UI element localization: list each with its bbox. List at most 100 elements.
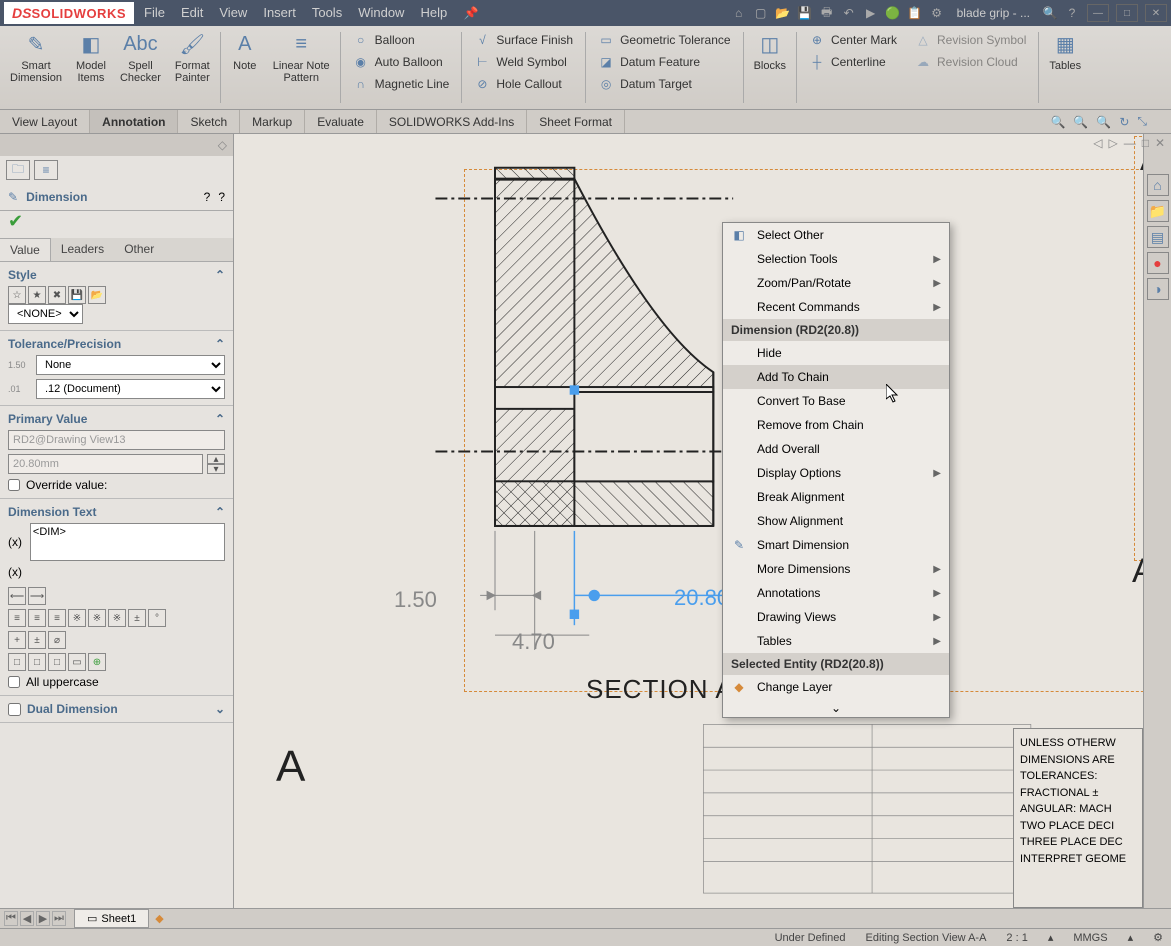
status-units-arrow[interactable]: ▴ bbox=[1128, 931, 1134, 944]
ribbon-tables[interactable]: ▦Tables bbox=[1043, 28, 1087, 107]
align-center[interactable]: ≡ bbox=[28, 609, 46, 627]
align-right[interactable]: ≡ bbox=[48, 609, 66, 627]
child-close[interactable]: ✕ bbox=[1155, 136, 1165, 150]
help-icon[interactable]: ? bbox=[1064, 5, 1080, 21]
cm-smart-dimension[interactable]: ✎Smart Dimension bbox=[723, 533, 949, 557]
cm-convert-to-base[interactable]: Convert To Base bbox=[723, 389, 949, 413]
minimize-button[interactable]: — bbox=[1087, 4, 1109, 22]
tolerance-doc-select[interactable]: .12 (Document) bbox=[36, 379, 225, 399]
sheet-tab-1[interactable]: ▭Sheet1 bbox=[74, 909, 149, 928]
feature-tree-icon[interactable]: 🗀 bbox=[6, 160, 30, 180]
sheet-first[interactable]: ⏮ bbox=[4, 911, 18, 926]
add-sheet-icon[interactable]: ◆ bbox=[155, 912, 163, 925]
cm-change-layer[interactable]: ◆Change Layer bbox=[723, 675, 949, 699]
fmt-btn[interactable]: ± bbox=[128, 609, 146, 627]
collapse-icon[interactable]: ⌃ bbox=[215, 337, 225, 351]
rotate-icon[interactable]: ↻ bbox=[1119, 115, 1129, 129]
fmt-btn[interactable]: □ bbox=[28, 653, 46, 671]
ribbon-datum-target[interactable]: ◎Datum Target bbox=[598, 76, 731, 92]
ribbon-smart-dimension[interactable]: ✎Smart Dimension bbox=[4, 28, 68, 107]
prev-doc-icon[interactable]: ◁ bbox=[1093, 136, 1102, 150]
menu-insert[interactable]: Insert bbox=[263, 5, 296, 21]
taskpane-custom-icon[interactable]: ◑ bbox=[1147, 278, 1169, 300]
tab-sketch[interactable]: Sketch bbox=[178, 110, 240, 133]
next-doc-icon[interactable]: ▷ bbox=[1108, 136, 1117, 150]
fmt-btn[interactable]: □ bbox=[48, 653, 66, 671]
fmt-btn[interactable]: ° bbox=[148, 609, 166, 627]
ribbon-magnetic-line[interactable]: ∩Magnetic Line bbox=[353, 76, 450, 92]
ribbon-datum-feature[interactable]: ◪Datum Feature bbox=[598, 54, 731, 70]
dual-checkbox[interactable] bbox=[8, 703, 21, 716]
primary-value-input[interactable] bbox=[8, 454, 203, 474]
fmt-btn[interactable]: ⟶ bbox=[28, 587, 46, 605]
menu-tools[interactable]: Tools bbox=[312, 5, 342, 21]
ribbon-hole-callout[interactable]: ⊘Hole Callout bbox=[474, 76, 573, 92]
cm-show-alignment[interactable]: Show Alignment bbox=[723, 509, 949, 533]
status-units[interactable]: MMGS bbox=[1073, 932, 1107, 944]
style-btn-3[interactable]: ✖ bbox=[48, 286, 66, 304]
collapse-icon[interactable]: ⌃ bbox=[215, 268, 225, 282]
collapse-icon[interactable]: ⌃ bbox=[215, 505, 225, 519]
primary-ref-input[interactable] bbox=[8, 430, 225, 450]
ribbon-linear-note-pattern[interactable]: ≡Linear Note Pattern bbox=[267, 28, 336, 107]
style-select[interactable]: <NONE> bbox=[8, 304, 83, 324]
sheet-prev[interactable]: ◀ bbox=[20, 911, 34, 926]
style-btn-1[interactable]: ☆ bbox=[8, 286, 26, 304]
menu-file[interactable]: File bbox=[144, 5, 165, 21]
tab-markup[interactable]: Markup bbox=[240, 110, 305, 133]
collapse-icon[interactable]: ⌄ bbox=[215, 702, 225, 716]
zoom-sel-icon[interactable]: 🔍 bbox=[1096, 115, 1111, 129]
style-btn-4[interactable]: 💾 bbox=[68, 286, 86, 304]
sheet-next[interactable]: ▶ bbox=[36, 911, 50, 926]
fmt-btn[interactable]: ※ bbox=[108, 609, 126, 627]
cm-selection-tools[interactable]: Selection Tools▶ bbox=[723, 247, 949, 271]
align-left[interactable]: ≡ bbox=[8, 609, 26, 627]
options-icon[interactable]: 📋 bbox=[907, 5, 923, 21]
ribbon-geometric-tolerance[interactable]: ▭Geometric Tolerance bbox=[598, 32, 731, 48]
home-icon[interactable]: ⌂ bbox=[731, 5, 747, 21]
status-zoom-arrow[interactable]: ▴ bbox=[1048, 931, 1054, 944]
ribbon-balloon[interactable]: ○Balloon bbox=[353, 32, 450, 48]
ribbon-blocks[interactable]: ◫Blocks bbox=[748, 28, 792, 107]
fmt-btn[interactable]: ⌀ bbox=[48, 631, 66, 649]
maximize-button[interactable]: □ bbox=[1116, 4, 1138, 22]
ribbon-note[interactable]: ANote bbox=[225, 28, 265, 107]
menu-view[interactable]: View bbox=[219, 5, 247, 21]
cm-add-overall[interactable]: Add Overall bbox=[723, 437, 949, 461]
ribbon-surface-finish[interactable]: √Surface Finish bbox=[474, 32, 573, 48]
style-btn-2[interactable]: ★ bbox=[28, 286, 46, 304]
override-checkbox[interactable] bbox=[8, 479, 20, 491]
cm-tables[interactable]: Tables▶ bbox=[723, 629, 949, 653]
cm-more-dimensions[interactable]: More Dimensions▶ bbox=[723, 557, 949, 581]
spin-down[interactable]: ▾ bbox=[207, 464, 225, 474]
gear-icon[interactable]: ⚙ bbox=[929, 5, 945, 21]
taskpane-home-icon[interactable]: ⌂ bbox=[1147, 174, 1169, 196]
menu-edit[interactable]: Edit bbox=[181, 5, 203, 21]
cm-drawing-views[interactable]: Drawing Views▶ bbox=[723, 605, 949, 629]
dimtext-textarea[interactable]: <DIM> bbox=[30, 523, 225, 561]
save-icon[interactable]: 💾 bbox=[797, 5, 813, 21]
prop-tab-other[interactable]: Other bbox=[114, 238, 164, 261]
ribbon-center-mark[interactable]: ⊕Center Mark bbox=[809, 32, 897, 48]
tab-addins[interactable]: SOLIDWORKS Add-Ins bbox=[377, 110, 527, 133]
fmt-btn[interactable]: ※ bbox=[68, 609, 86, 627]
tab-view-layout[interactable]: View Layout bbox=[0, 110, 90, 133]
uppercase-checkbox[interactable] bbox=[8, 676, 20, 688]
taskpane-appearance-icon[interactable]: ● bbox=[1147, 252, 1169, 274]
select-icon[interactable]: ▶ bbox=[863, 5, 879, 21]
ok-button[interactable]: ✔ bbox=[0, 211, 233, 238]
cm-recent-commands[interactable]: Recent Commands▶ bbox=[723, 295, 949, 319]
ribbon-revision-cloud[interactable]: ☁Revision Cloud bbox=[915, 54, 1026, 70]
tolerance-none-select[interactable]: None bbox=[36, 355, 225, 375]
property-tree-icon[interactable]: ≡ bbox=[34, 160, 58, 180]
cm-break-alignment[interactable]: Break Alignment bbox=[723, 485, 949, 509]
print-icon[interactable]: 🖶 bbox=[819, 5, 835, 21]
pin-icon[interactable]: 📌 bbox=[463, 5, 479, 21]
ribbon-weld-symbol[interactable]: ⊢Weld Symbol bbox=[474, 54, 573, 70]
ribbon-model-items[interactable]: ◧Model Items bbox=[70, 28, 112, 107]
child-maximize[interactable]: □ bbox=[1142, 136, 1149, 150]
panel-help-icon[interactable]: ? bbox=[204, 190, 211, 204]
status-zoom[interactable]: 2 : 1 bbox=[1006, 932, 1027, 944]
fmt-btn[interactable]: ⟵ bbox=[8, 587, 26, 605]
prop-tab-leaders[interactable]: Leaders bbox=[51, 238, 114, 261]
